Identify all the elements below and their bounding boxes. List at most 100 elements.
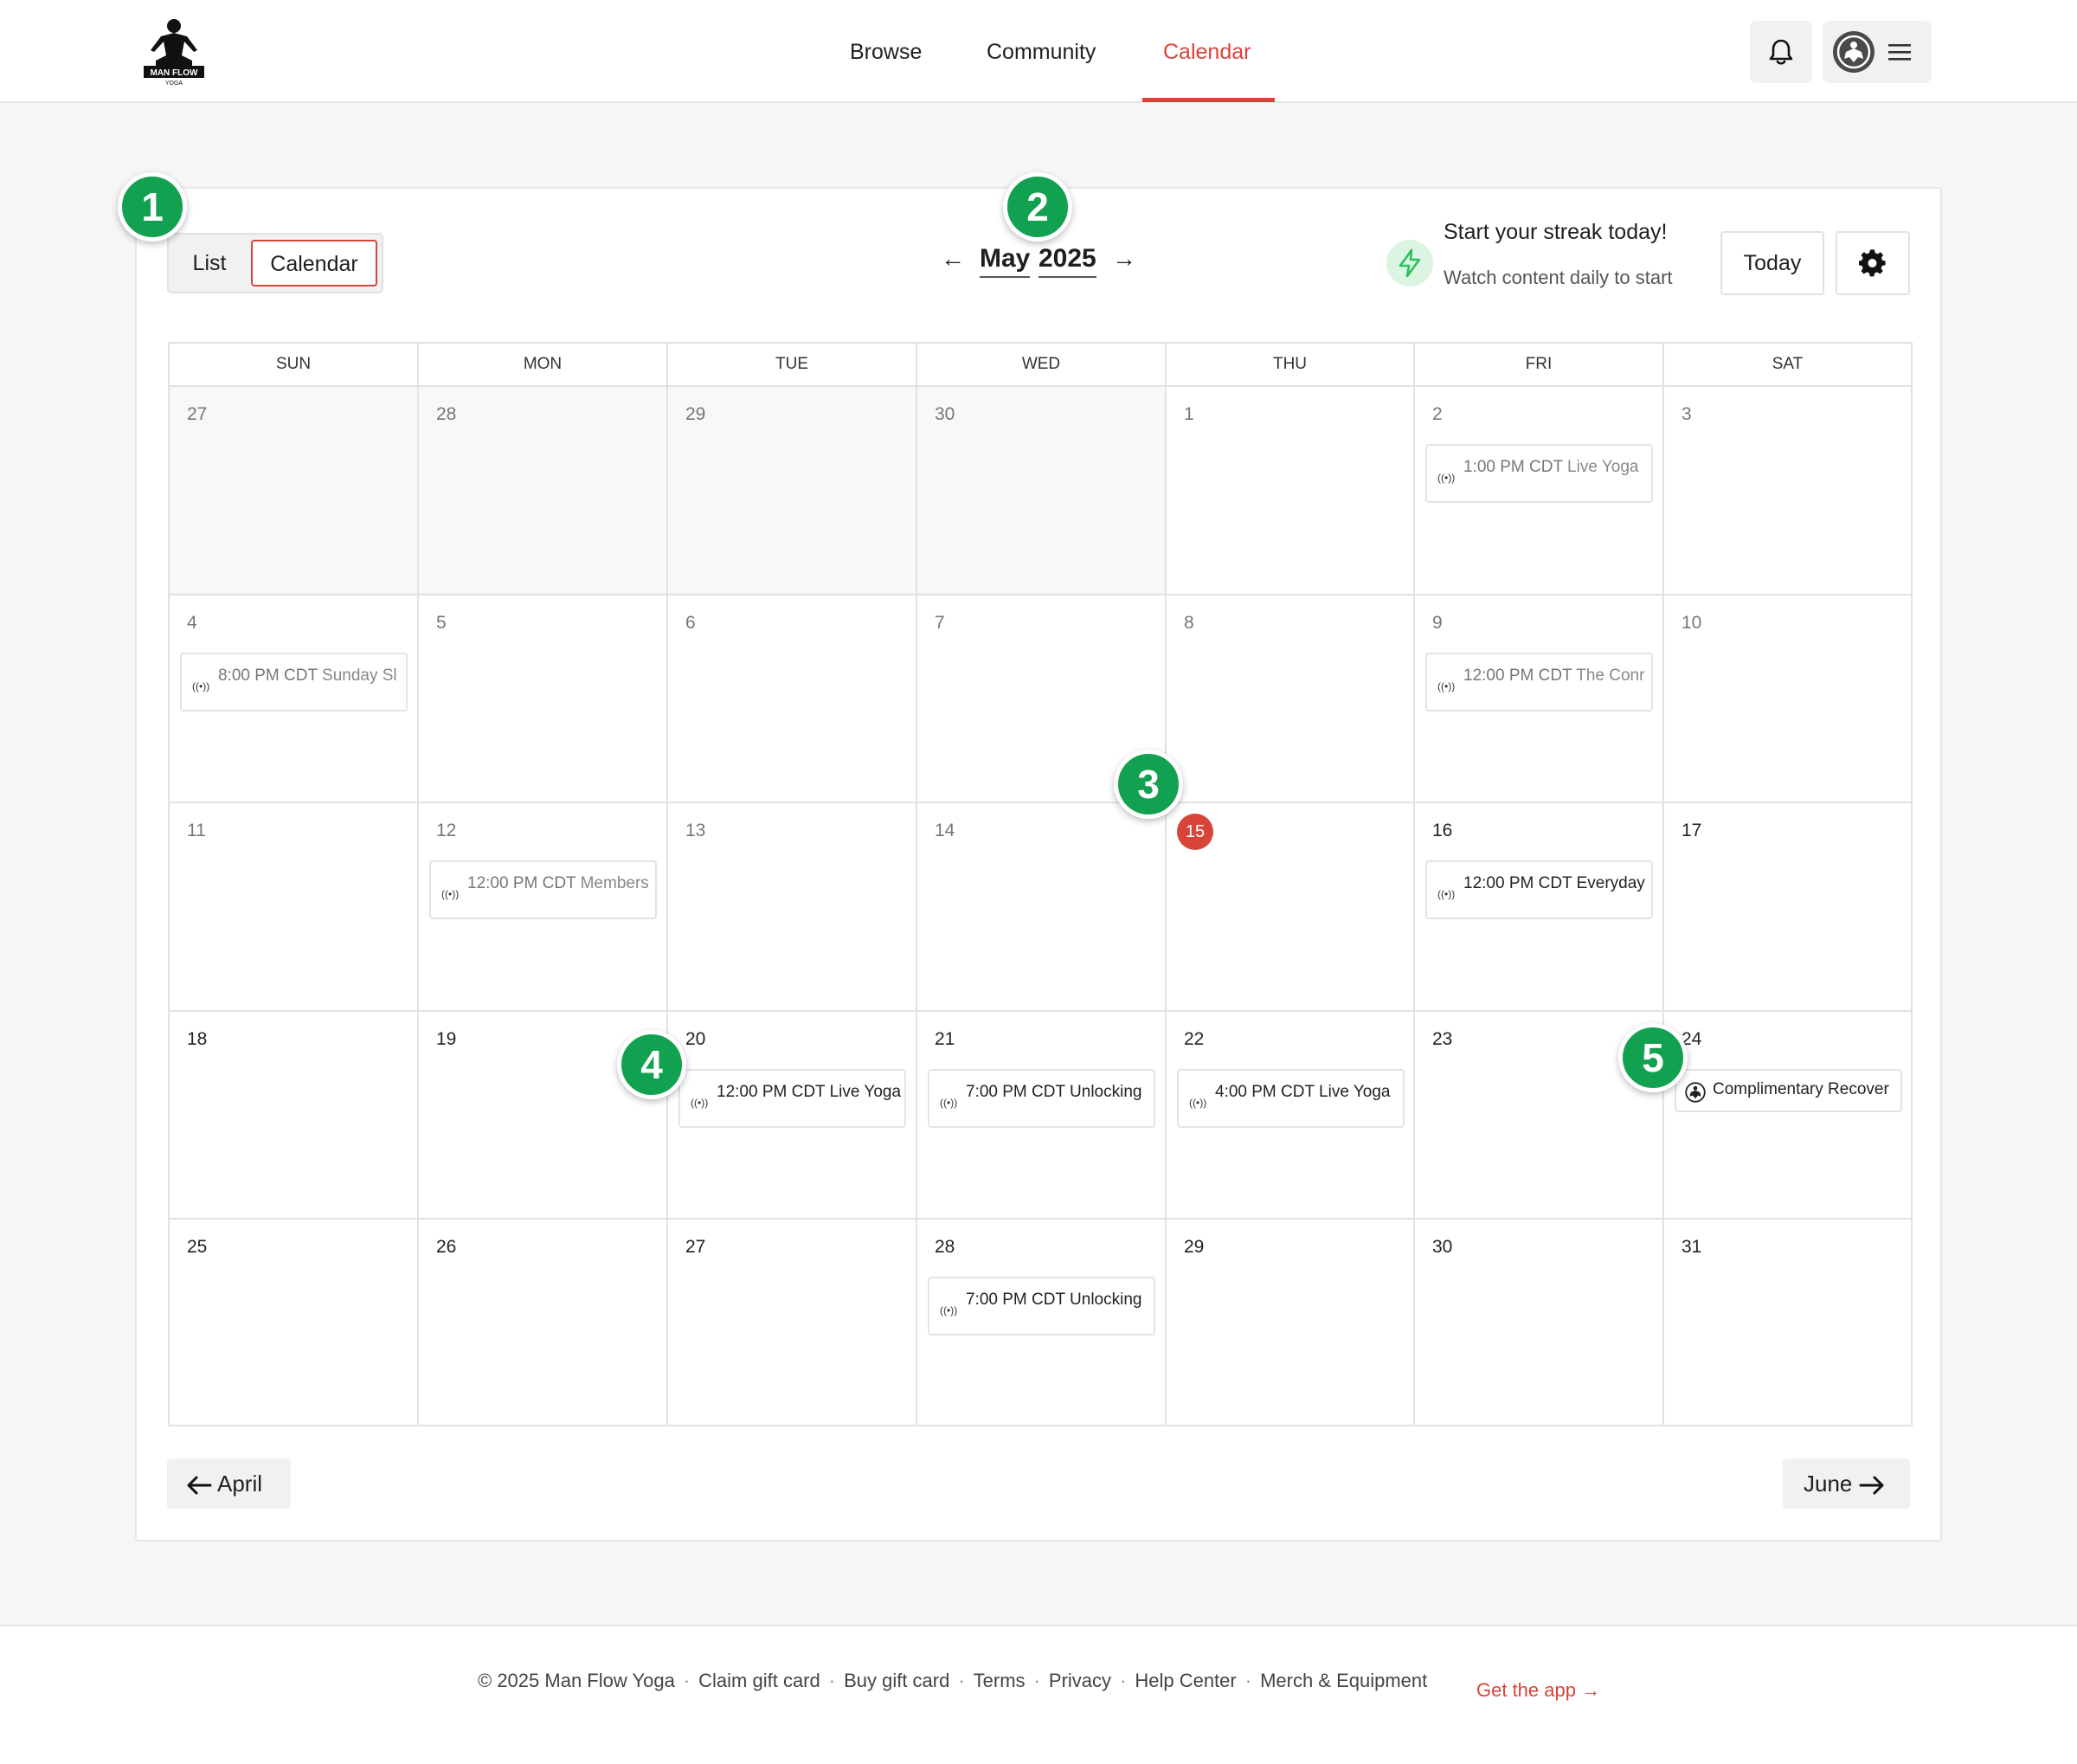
- day-cell[interactable]: 18: [170, 1012, 419, 1220]
- annotation-badge-2: 2: [1003, 172, 1072, 241]
- day-number: 31: [1682, 1237, 1702, 1257]
- event-title: Unlocking: [1070, 1291, 1142, 1309]
- day-cell[interactable]: 4 ((•)) 8:00 PM CDT Sunday Sl: [170, 596, 419, 803]
- footer-link-privacy[interactable]: Privacy: [1049, 1670, 1111, 1691]
- weekday-mon: MON: [419, 344, 668, 385]
- footer-link-terms[interactable]: Terms: [974, 1670, 1026, 1691]
- annotation-badge-1: 1: [118, 172, 187, 241]
- day-cell[interactable]: 17: [1664, 803, 1911, 1012]
- calendar-event[interactable]: ((•)) 12:00 PM CDT Everyday: [1425, 860, 1653, 919]
- day-cell[interactable]: 31: [1664, 1220, 1911, 1425]
- event-title: The Conr: [1576, 666, 1645, 685]
- day-cell-today[interactable]: 15: [1167, 803, 1415, 1012]
- bell-icon: [1769, 39, 1793, 65]
- day-cell[interactable]: 3: [1664, 387, 1911, 596]
- day-cell[interactable]: 5: [419, 596, 668, 803]
- event-time: 12:00 PM CDT: [717, 1083, 826, 1101]
- day-number: 9: [1432, 613, 1443, 633]
- day-cell[interactable]: 1: [1167, 387, 1415, 596]
- calendar-event[interactable]: ((•)) 4:00 PM CDT Live Yoga: [1177, 1069, 1405, 1128]
- view-calendar-option[interactable]: Calendar: [251, 240, 377, 286]
- footer-link-help-center[interactable]: Help Center: [1135, 1670, 1236, 1691]
- day-number: 23: [1432, 1029, 1453, 1049]
- day-cell[interactable]: 27: [668, 1220, 917, 1425]
- footer-link-claim-gift-card[interactable]: Claim gift card: [698, 1670, 820, 1691]
- month-select[interactable]: May: [980, 243, 1031, 278]
- footer-links: © 2025 Man Flow Yoga · Claim gift card · Buy…: [478, 1670, 1427, 1692]
- day-cell[interactable]: 20 ((•)) 12:00 PM CDT Live Yoga: [668, 1012, 917, 1220]
- today-marker: 15: [1177, 814, 1213, 850]
- get-the-app-link[interactable]: Get the app →: [1476, 1679, 1600, 1702]
- event-time: 8:00 PM CDT: [218, 666, 318, 685]
- nav-browse[interactable]: Browse: [850, 0, 922, 103]
- next-month-arrow[interactable]: →: [1112, 245, 1136, 273]
- calendar-event[interactable]: ((•)) 12:00 PM CDT The Conr: [1425, 653, 1653, 711]
- day-cell[interactable]: 29: [668, 387, 917, 596]
- calendar-settings-button[interactable]: [1836, 231, 1910, 295]
- yoga-avatar-icon: [1836, 35, 1871, 69]
- footer-separator: ·: [958, 1670, 965, 1691]
- day-cell[interactable]: 30: [917, 387, 1167, 596]
- month-grid: SUN MON TUE WED THU FRI SAT 27 28 29 30 …: [168, 342, 1913, 1426]
- day-number: 26: [436, 1237, 457, 1257]
- day-cell[interactable]: 26: [419, 1220, 668, 1425]
- day-number: 29: [685, 404, 706, 424]
- event-time: 7:00 PM CDT: [966, 1083, 1065, 1101]
- today-button[interactable]: Today: [1720, 231, 1824, 295]
- view-list-option[interactable]: List: [176, 235, 243, 292]
- live-broadcast-icon: ((•)): [1437, 680, 1456, 692]
- footer-link-buy-gift-card[interactable]: Buy gift card: [844, 1670, 949, 1691]
- day-number: 8: [1184, 613, 1194, 633]
- calendar-event[interactable]: ((•)) 1:00 PM CDT Live Yoga: [1425, 444, 1653, 503]
- nav-community[interactable]: Community: [987, 0, 1096, 103]
- next-month-button[interactable]: June: [1783, 1458, 1910, 1509]
- day-cell[interactable]: 9 ((•)) 12:00 PM CDT The Conr: [1415, 596, 1664, 803]
- live-broadcast-icon: ((•)): [192, 680, 210, 692]
- day-cell[interactable]: 6: [668, 596, 917, 803]
- event-time: 4:00 PM CDT: [1215, 1083, 1315, 1101]
- prev-month-button[interactable]: April: [167, 1458, 291, 1509]
- prev-month-label: April: [217, 1471, 263, 1497]
- event-time: 1:00 PM CDT: [1463, 458, 1563, 476]
- day-cell[interactable]: 30: [1415, 1220, 1664, 1425]
- footer-separator: ·: [683, 1670, 691, 1691]
- event-time: 7:00 PM CDT: [966, 1291, 1065, 1309]
- day-cell[interactable]: 25: [170, 1220, 419, 1425]
- calendar-event[interactable]: ((•)) 7:00 PM CDT Unlocking: [928, 1069, 1155, 1128]
- day-cell[interactable]: 29: [1167, 1220, 1415, 1425]
- day-cell[interactable]: 13: [668, 803, 917, 1012]
- live-broadcast-icon: ((•)): [691, 1097, 709, 1109]
- calendar-event[interactable]: ((•)) 8:00 PM CDT Sunday Sl: [180, 653, 408, 711]
- day-cell[interactable]: 2 ((•)) 1:00 PM CDT Live Yoga: [1415, 387, 1664, 596]
- footer-separator: ·: [828, 1670, 836, 1691]
- day-cell[interactable]: 10: [1664, 596, 1911, 803]
- calendar-event[interactable]: ((•)) 12:00 PM CDT Members: [429, 860, 657, 919]
- nav-calendar[interactable]: Calendar: [1163, 0, 1251, 103]
- logo-text: MAN FLOW: [151, 68, 199, 78]
- calendar-event[interactable]: ((•)) 12:00 PM CDT Live Yoga: [678, 1069, 906, 1128]
- day-cell[interactable]: 27: [170, 387, 419, 596]
- calendar-event[interactable]: ((•)) 7:00 PM CDT Unlocking: [928, 1277, 1155, 1336]
- day-number: 25: [187, 1237, 208, 1257]
- calendar-event[interactable]: Complimentary Recover: [1675, 1069, 1902, 1112]
- day-cell[interactable]: 16 ((•)) 12:00 PM CDT Everyday: [1415, 803, 1664, 1012]
- day-number: 14: [935, 821, 955, 840]
- annotation-badge-4: 4: [617, 1030, 686, 1099]
- day-cell[interactable]: 28: [419, 387, 668, 596]
- user-menu-button[interactable]: [1823, 21, 1932, 83]
- day-cell[interactable]: 22 ((•)) 4:00 PM CDT Live Yoga: [1167, 1012, 1415, 1220]
- day-cell[interactable]: 12 ((•)) 12:00 PM CDT Members: [419, 803, 668, 1012]
- day-cell[interactable]: 8: [1167, 596, 1415, 803]
- day-cell[interactable]: 24 Complimentary Recover: [1664, 1012, 1911, 1220]
- notifications-button[interactable]: [1750, 21, 1812, 83]
- footer-link-merch[interactable]: Merch & Equipment: [1260, 1670, 1427, 1691]
- day-cell[interactable]: 28 ((•)) 7:00 PM CDT Unlocking: [917, 1220, 1167, 1425]
- yoga-avatar-icon: [1685, 1082, 1706, 1105]
- day-cell[interactable]: 21 ((•)) 7:00 PM CDT Unlocking: [917, 1012, 1167, 1220]
- day-cell[interactable]: 14: [917, 803, 1167, 1012]
- day-cell[interactable]: 11: [170, 803, 419, 1012]
- year-select[interactable]: 2025: [1038, 243, 1096, 278]
- prev-month-arrow[interactable]: ←: [941, 245, 965, 273]
- day-number: 20: [685, 1029, 706, 1049]
- man-flow-yoga-logo[interactable]: MAN FLOW YOGA: [142, 17, 206, 87]
